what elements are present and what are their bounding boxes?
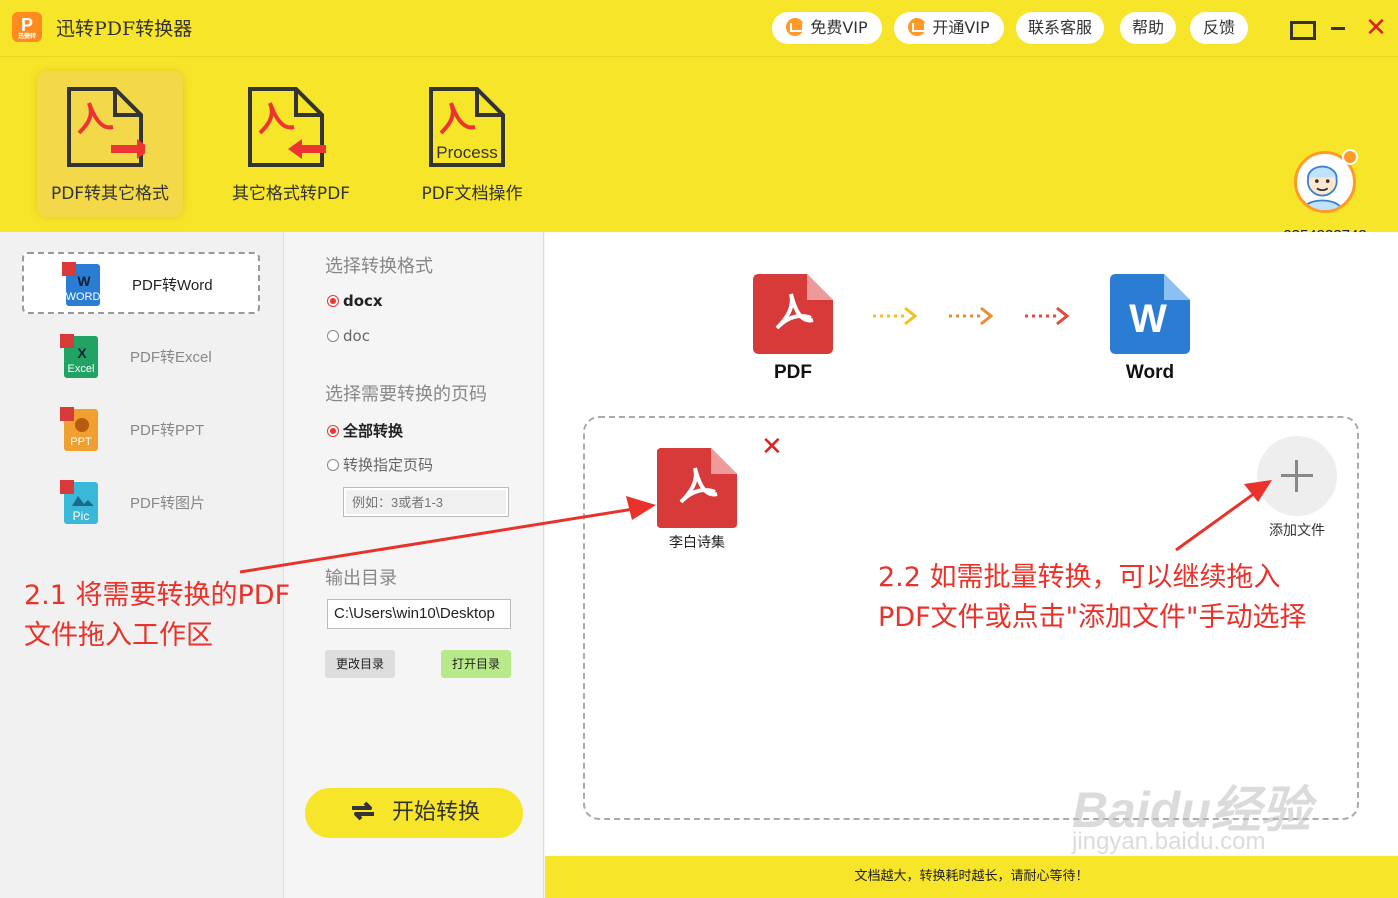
ppt-icon: PPT <box>60 407 98 451</box>
main-toolbar: PDF转其它格式 其它格式转PDF Process PDF文档操作 2354 <box>0 56 1398 244</box>
page-range-field[interactable] <box>343 487 509 517</box>
crown-icon <box>786 18 805 36</box>
sidebar-item-pdf-to-image[interactable]: Pic PDF转图片 <box>22 472 260 534</box>
pdf-export-icon <box>67 87 145 167</box>
add-file-button[interactable] <box>1257 436 1337 516</box>
tool-other-to-pdf[interactable]: 其它格式转PDF <box>218 71 364 217</box>
close-icon[interactable]: ✕ <box>1362 14 1390 42</box>
sidebar-item-pdf-to-excel[interactable]: X Excel PDF转Excel <box>22 326 260 388</box>
minimize-icon[interactable] <box>1325 14 1353 42</box>
sidebar-item-pdf-to-ppt[interactable]: PPT PDF转PPT <box>22 399 260 461</box>
open-vip-button[interactable]: 开通VIP <box>894 12 1004 44</box>
svg-text:WORD: WORD <box>66 291 101 303</box>
svg-text:PPT: PPT <box>70 436 92 448</box>
swap-icon <box>351 801 374 821</box>
svg-text:Process: Process <box>436 143 497 162</box>
vip-badge-icon <box>1342 149 1358 165</box>
svg-text:W: W <box>77 273 91 289</box>
dotted-arrow-icon <box>1025 306 1070 326</box>
page-range-input[interactable] <box>346 490 506 514</box>
sidebar-item-pdf-to-word[interactable]: WORD W PDF转Word <box>22 252 260 314</box>
word-large-icon: W <box>1110 274 1190 354</box>
status-footer: 文档越大，转换耗时越长，请耐心等待！ <box>545 856 1398 898</box>
excel-icon: X Excel <box>60 334 98 378</box>
pdf-file-icon[interactable] <box>657 448 737 528</box>
change-dir-button[interactable]: 更改目录 <box>325 650 395 678</box>
open-dir-button[interactable]: 打开目录 <box>441 650 511 678</box>
work-area: PDF W Word 李白诗集 ✕ 添加文件 <box>545 232 1398 856</box>
pdf-icon <box>753 274 833 354</box>
format-sidebar: WORD W PDF转Word X Excel PDF转Excel PPT PD… <box>0 232 284 898</box>
pdf-process-icon: Process <box>429 87 505 167</box>
pdf-import-icon <box>248 87 326 167</box>
add-file-label: 添加文件 <box>1269 523 1325 539</box>
annotation-step-2-1: 2.1 将需要转换的PDF 文件拖入工作区 <box>24 580 291 651</box>
tool-pdf-operations[interactable]: Process PDF文档操作 <box>399 71 545 217</box>
output-dir-field[interactable]: C:\Users\win10\Desktop <box>327 599 511 629</box>
format-radio-doc[interactable]: doc <box>327 327 370 345</box>
svg-text:Excel: Excel <box>68 363 95 375</box>
app-logo-icon: P 迅捷转 <box>12 12 42 42</box>
annotation-step-2-2: 2.2 如需批量转换，可以继续拖入 PDF文件或点击"添加文件"手动选择 <box>878 562 1307 633</box>
image-icon: Pic <box>60 480 98 524</box>
baidu-watermark: Baidu经验 jingyan.baidu.com <box>1072 782 1311 855</box>
app-title: 迅转PDF转换器 <box>56 18 193 40</box>
remove-file-icon[interactable]: ✕ <box>761 434 783 460</box>
format-radio-docx[interactable]: docx <box>327 292 383 310</box>
page-radio-range[interactable]: 转换指定页码 <box>327 454 433 475</box>
output-section-title: 输出目录 <box>325 568 397 589</box>
settings-panel: 选择转换格式 docx doc 选择需要转换的页码 全部转换 转换指定页码 输出… <box>285 232 544 898</box>
target-format-label: Word <box>1125 362 1175 383</box>
pages-section-title: 选择需要转换的页码 <box>325 384 487 405</box>
tool-pdf-to-other[interactable]: PDF转其它格式 <box>37 71 183 217</box>
dotted-arrow-icon <box>949 306 994 326</box>
svg-text:X: X <box>77 345 87 361</box>
file-name: 李白诗集 <box>669 535 725 551</box>
contact-support-button[interactable]: 联系客服 <box>1016 12 1104 44</box>
crown-icon <box>908 18 927 36</box>
feedback-button[interactable]: 反馈 <box>1190 12 1248 44</box>
format-section-title: 选择转换格式 <box>325 256 433 277</box>
start-convert-button[interactable]: 开始转换 <box>305 788 523 838</box>
word-icon: WORD W <box>62 262 101 306</box>
svg-text:Pic: Pic <box>73 509 90 523</box>
source-format-label: PDF <box>774 362 812 383</box>
svg-text:W: W <box>1129 297 1167 341</box>
maximize-icon[interactable] <box>1288 14 1316 42</box>
free-vip-button[interactable]: 免费VIP <box>772 12 882 44</box>
page-radio-all[interactable]: 全部转换 <box>327 420 403 441</box>
title-bar: P 迅捷转 迅转PDF转换器 免费VIP 开通VIP 联系客服 帮助 反馈 ✕ <box>0 0 1398 56</box>
dotted-arrow-icon <box>873 306 918 326</box>
help-button[interactable]: 帮助 <box>1120 12 1176 44</box>
